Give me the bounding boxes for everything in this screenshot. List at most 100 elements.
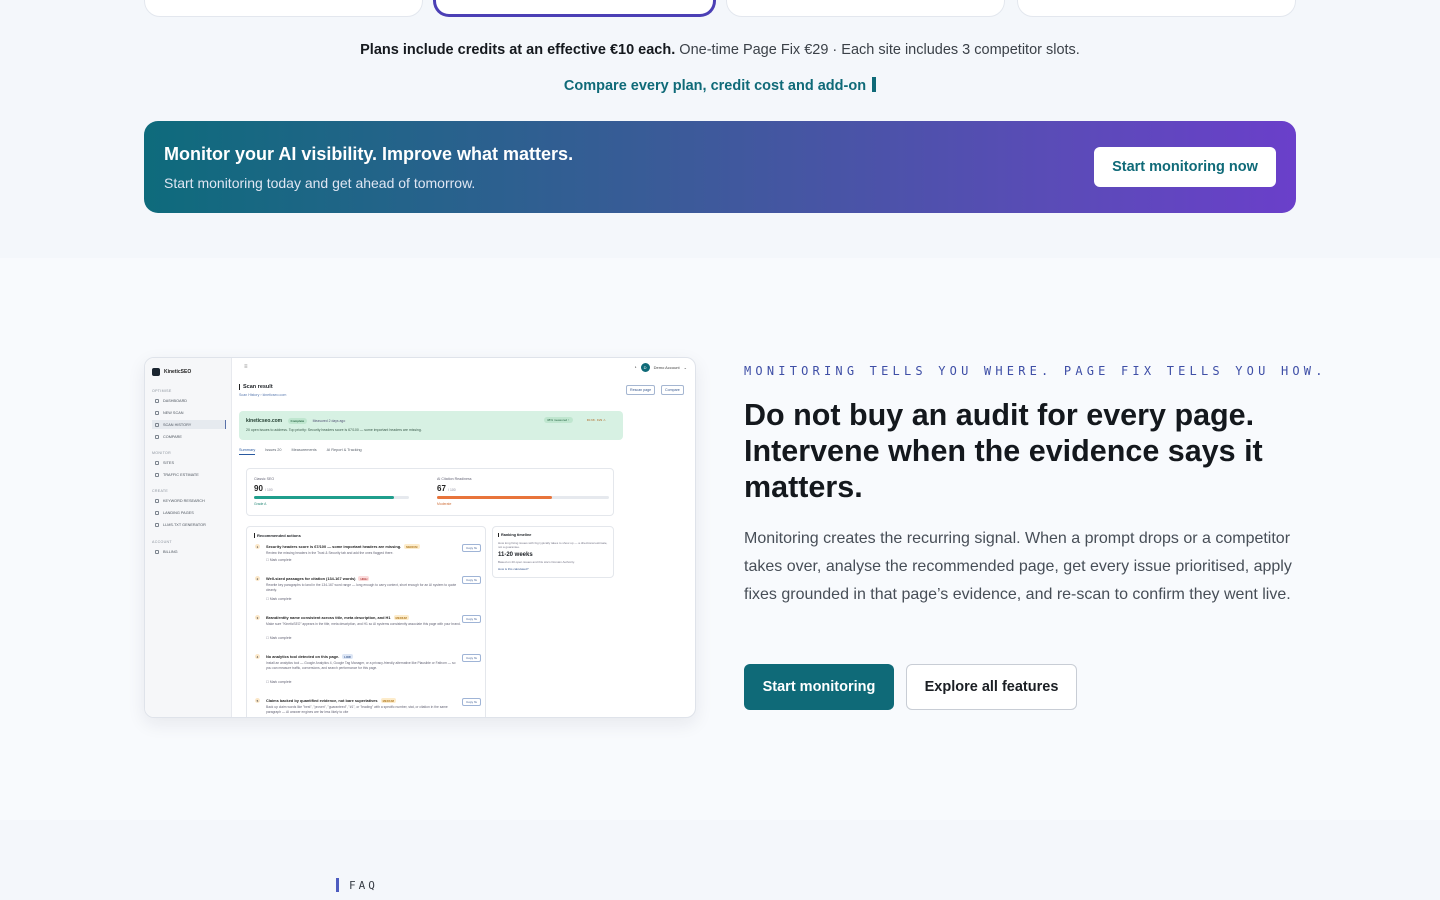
- mock-tab: Summary: [239, 448, 256, 455]
- mock-account: ◔ D Demo Account ⌄: [634, 363, 687, 372]
- mock-score: Classic SEO 90 / 100 Grade A: [254, 477, 409, 506]
- avatar: D: [640, 363, 650, 372]
- section-eyebrow: MONITORING TELLS YOU WHERE. PAGE FIX TEL…: [744, 364, 1327, 378]
- mock-sidebar: KineticSEO OPTIMISE DASHBOARD NEW SCAN S…: [145, 358, 232, 717]
- mock-nav-item: LLMS.TXT GENERATOR: [152, 520, 226, 529]
- mock-nav-label: NEW SCAN: [163, 410, 184, 415]
- mock-mark-label: Mark complete: [269, 558, 292, 562]
- mock-result-banner: kineticseo.com Complete Measured 2 days …: [239, 411, 623, 440]
- mock-score-tag: Moderate: [437, 501, 452, 506]
- mock-action-badge: MEDIUM: [380, 698, 396, 704]
- mock-nav-label: TRAFFIC ESTIMATE: [163, 472, 199, 477]
- explore-features-button[interactable]: Explore all features: [906, 664, 1077, 710]
- mock-action-title-text: Well-sized passages for citation (134-16…: [266, 576, 356, 581]
- faq-eyebrow: FAQ: [336, 878, 378, 892]
- start-monitoring-button[interactable]: Start monitoring: [744, 664, 894, 710]
- mock-compare-button: Compare: [661, 385, 684, 395]
- cta-banner: Monitor your AI visibility. Improve what…: [144, 121, 1296, 213]
- search-icon: [155, 410, 159, 415]
- mock-mark-label: Mark complete: [269, 597, 292, 601]
- mock-mark-label: Mark complete: [269, 680, 292, 684]
- plan-card[interactable]: [1017, 0, 1296, 17]
- mock-mark-complete: ☐ Mark complete: [266, 558, 292, 562]
- mock-nav-item: TRAFFIC ESTIMATE: [152, 470, 226, 479]
- mock-account-name: Demo Account: [653, 365, 680, 370]
- mock-rescan-button: Rescan page: [626, 385, 656, 395]
- mock-nav-item: SITES: [152, 458, 226, 467]
- mock-score-label: AI Citation Readiness: [437, 477, 472, 481]
- mock-timeline-link: How is this calculated?: [498, 567, 529, 571]
- accent-bar: [336, 878, 339, 892]
- plan-card-selected[interactable]: [433, 0, 716, 17]
- mock-banner-pill: €0.68 · €29 ⚠: [587, 418, 606, 422]
- plan-card[interactable]: [144, 0, 423, 17]
- mock-nav-group: CREATE: [152, 489, 169, 493]
- mock-action-badge: MEDIUM: [393, 615, 409, 621]
- mock-copy-button: Copy fix: [462, 544, 481, 552]
- mock-nav-label: DASHBOARD: [163, 398, 188, 403]
- page-icon: [155, 510, 159, 515]
- mock-main: ≡ ◔ D Demo Account ⌄ Scan result Scan Histo…: [232, 358, 695, 717]
- mock-copy-button: Copy fix: [462, 615, 481, 623]
- mock-action-badge: MEDIUM: [404, 544, 420, 550]
- compare-plans-link[interactable]: Compare every plan, credit cost and add-…: [0, 77, 1440, 94]
- mock-action-title: Security headers score is 67/100 — some …: [266, 544, 420, 550]
- plan-card[interactable]: [726, 0, 1005, 17]
- mock-nav-item: DASHBOARD: [152, 396, 226, 405]
- mock-action-number: 1: [255, 544, 260, 549]
- compare-plans-link-label[interactable]: Compare every plan, credit cost and add-…: [564, 78, 866, 94]
- mock-page-title: Scan result: [239, 384, 273, 390]
- grid-icon: [155, 398, 159, 403]
- mock-brand: KineticSEO: [164, 369, 192, 375]
- mock-nav-item: COMPARE: [152, 432, 226, 441]
- mock-action-title: Brand/entity name consistent across titl…: [266, 615, 409, 621]
- mock-nav-item: KEYWORD RESEARCH: [152, 496, 226, 505]
- mock-action-number: 5: [255, 698, 260, 703]
- traffic-icon: [155, 472, 159, 477]
- mock-action-number: 3: [255, 615, 260, 620]
- mock-nav-item-active: SCAN HISTORY: [152, 420, 226, 429]
- mock-banner-site: kineticseo.com Complete Measured 2 days …: [246, 418, 345, 424]
- mock-action-title: Claims backed by quantified evidence, no…: [266, 698, 396, 704]
- mock-nav-label: SCAN HISTORY: [163, 422, 192, 427]
- mock-nav-label: LLMS.TXT GENERATOR: [163, 522, 206, 527]
- mock-score-bar: [254, 496, 409, 499]
- mock-action-title: No analytics tool detected on this page.…: [266, 654, 353, 660]
- mock-action-title: Well-sized passages for citation (134-16…: [266, 576, 370, 582]
- mock-banner-desc: 20 open issues to address. Top priority:…: [246, 428, 422, 432]
- mock-score-bar-fill: [254, 496, 394, 499]
- start-monitoring-now-button[interactable]: Start monitoring now: [1094, 147, 1276, 187]
- mock-action-number: 4: [255, 654, 260, 659]
- mock-action-badge: LOW: [342, 654, 353, 660]
- mock-score: AI Citation Readiness 67 / 100 Moderate: [437, 477, 609, 506]
- mock-action-title-text: Security headers score is 67/100 — some …: [266, 544, 402, 549]
- mock-action-desc: Rewrite key paragraphs to land in the 13…: [266, 583, 457, 592]
- external-icon: [872, 77, 877, 92]
- mock-score-unit: / 100: [265, 488, 273, 492]
- cta-subtitle: Start monitoring today and get ahead of …: [164, 175, 476, 191]
- cta-title: Monitor your AI visibility. Improve what…: [164, 144, 574, 164]
- mock-nav-group: OPTIMISE: [152, 389, 172, 393]
- mock-nav-label: KEYWORD RESEARCH: [163, 498, 205, 503]
- clock-icon: [155, 422, 159, 427]
- mock-nav-label: LANDING PAGES: [163, 510, 194, 515]
- mock-score-number: 90: [254, 484, 263, 493]
- mock-score-number: 67: [437, 484, 446, 493]
- mock-timeline-note: Based on 20 open issues and this site's …: [498, 560, 575, 564]
- mock-mark-complete: ☐ Mark complete: [266, 636, 292, 640]
- mock-timeline-desc: How long fixing issues with big typicall…: [498, 541, 608, 549]
- mock-banner-time: Measured 2 days ago: [312, 419, 346, 423]
- mock-timeline-panel: Ranking timeline How long fixing issues …: [492, 526, 614, 578]
- mock-action-title-text: Claims backed by quantified evidence, no…: [266, 698, 378, 703]
- mock-nav-group: MONITOR: [152, 451, 172, 455]
- mock-score-label: Classic SEO: [254, 477, 275, 481]
- mock-score-panel: Classic SEO 90 / 100 Grade A AI Citation…: [246, 468, 614, 516]
- mock-action-desc: Review the missing headers in the Trust …: [266, 551, 394, 555]
- mock-timeline-title: Ranking timeline: [498, 533, 531, 537]
- credits-note-bold: Plans include credits at an effective €1…: [360, 42, 676, 58]
- search-icon: [155, 498, 159, 503]
- mock-nav-item: BILLING: [152, 547, 226, 556]
- mock-tabs: Summary Issues 20 Measurements AI Report…: [239, 448, 362, 455]
- card-icon: [155, 549, 159, 554]
- file-icon: [155, 522, 159, 527]
